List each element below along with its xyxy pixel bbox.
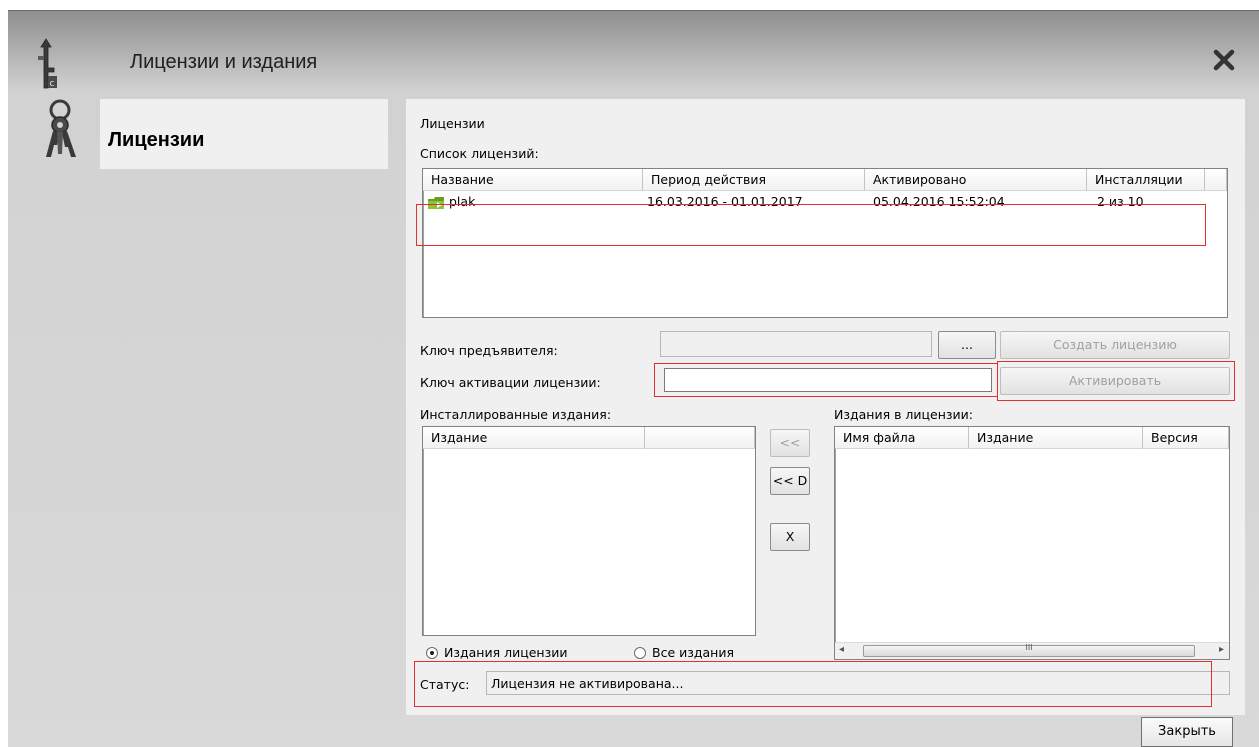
licensed-editions-label: Издания в лицензии: xyxy=(834,407,974,422)
svg-text:c: c xyxy=(50,79,55,89)
close-button[interactable]: Закрыть xyxy=(1141,717,1233,747)
browse-button[interactable]: ... xyxy=(938,331,996,359)
nav-item-licenses[interactable]: Лицензии xyxy=(100,99,388,169)
column-header-blank[interactable] xyxy=(645,427,755,449)
column-header-filename[interactable]: Имя файла xyxy=(835,427,969,449)
status-text: Лицензия не активирована... xyxy=(491,676,684,691)
licensed-editions-list[interactable]: Имя файла Издание Версия ◂ III ▸ xyxy=(834,426,1230,660)
move-left-d-button[interactable]: << D xyxy=(770,467,810,495)
column-header-version[interactable]: Версия xyxy=(1143,427,1229,449)
window-title: Лицензии и издания xyxy=(130,51,318,73)
column-header-edition-licensed[interactable]: Издание xyxy=(969,427,1143,449)
activation-key-label: Ключ активации лицензии: xyxy=(420,375,601,390)
licenses-panel: Лицензии Список лицензий: Название Перио… xyxy=(406,99,1245,715)
status-label: Статус: xyxy=(420,677,470,692)
create-license-button[interactable]: Создать лицензию xyxy=(1000,331,1230,359)
panel-heading: Лицензии xyxy=(420,116,485,131)
license-window: c Лицензии и издания Лицензии Лицензии С… xyxy=(8,10,1259,747)
scroll-right-icon[interactable]: ▸ xyxy=(1219,644,1224,655)
close-icon[interactable] xyxy=(1211,47,1237,73)
scroll-left-icon[interactable]: ◂ xyxy=(839,644,844,655)
activation-key-input[interactable] xyxy=(665,369,991,391)
keys-icon xyxy=(46,99,76,157)
license-folder-icon xyxy=(428,197,444,209)
column-header-installs[interactable]: Инсталляции xyxy=(1087,169,1205,191)
license-activated: 05.04.2016 15:52:04 xyxy=(873,194,1005,209)
scroll-thumb[interactable]: III xyxy=(863,643,1195,657)
bearer-key-label: Ключ предъявителя: xyxy=(420,343,558,358)
move-left-button[interactable]: << xyxy=(770,429,810,457)
license-list-label: Список лицензий: xyxy=(420,146,539,161)
radio-license-editions-label[interactable]: Издания лицензии xyxy=(444,645,567,660)
license-installs: 2 из 10 xyxy=(1097,194,1144,209)
license-period: 16.03.2016 - 01.01.2017 xyxy=(647,194,803,209)
column-header-edition[interactable]: Издание xyxy=(423,427,645,449)
column-header-period[interactable]: Период действия xyxy=(643,169,865,191)
installed-editions-label: Инсталлированные издания: xyxy=(420,407,612,422)
status-field: Лицензия не активирована... xyxy=(486,671,1230,695)
radio-all-editions-label[interactable]: Все издания xyxy=(652,645,734,660)
table-row[interactable]: plak 16.03.2016 - 01.01.2017 05.04.2016 … xyxy=(423,191,1227,213)
column-header-filler xyxy=(1205,169,1227,191)
column-header-activated[interactable]: Активировано xyxy=(865,169,1087,191)
license-name: plak xyxy=(449,194,476,209)
installed-editions-list[interactable]: Издание xyxy=(422,426,756,636)
license-table[interactable]: Название Период действия Активировано Ин… xyxy=(422,168,1228,318)
activation-key-field[interactable] xyxy=(664,368,992,392)
scroll-grip: III xyxy=(1025,643,1033,652)
horizontal-scrollbar[interactable]: ◂ III ▸ xyxy=(835,642,1229,659)
delete-button[interactable]: X xyxy=(770,523,810,551)
bearer-key-field xyxy=(660,331,932,357)
bearer-key-input xyxy=(661,332,931,356)
activate-button[interactable]: Активировать xyxy=(1000,367,1230,395)
radio-all-editions[interactable] xyxy=(634,647,646,659)
app-logo-icon: c xyxy=(38,38,57,89)
radio-license-editions[interactable] xyxy=(426,647,438,659)
column-header-name[interactable]: Название xyxy=(423,169,643,191)
